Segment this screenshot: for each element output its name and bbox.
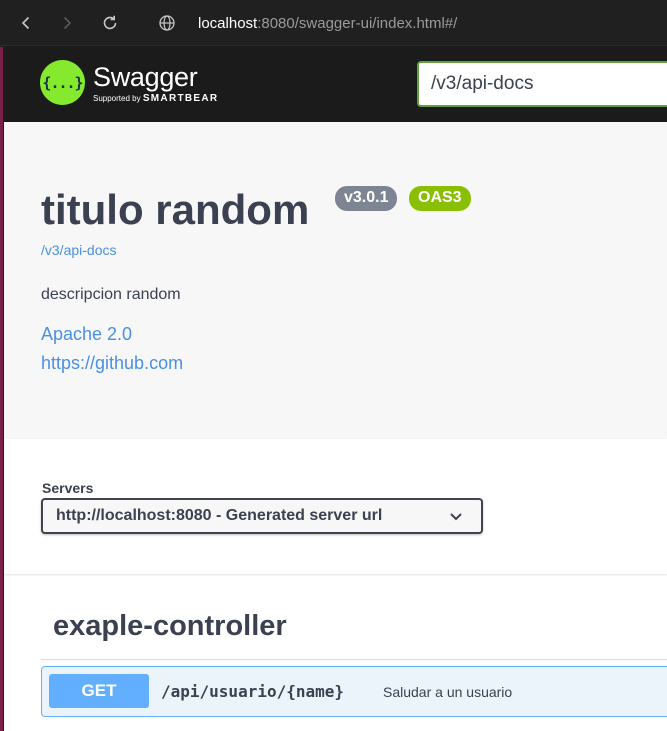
- api-description: descripcion random: [41, 286, 181, 303]
- external-docs-link[interactable]: https://github.com: [41, 353, 183, 374]
- reload-icon[interactable]: [97, 10, 123, 36]
- oas-badge: OAS3: [409, 186, 471, 211]
- logo-supported: Supported by: [93, 93, 141, 103]
- servers-selected-value: http://localhost:8080 - Generated server…: [56, 507, 383, 524]
- tag-divider: [41, 659, 667, 660]
- url-path: :8080/swagger-ui/index.html#/: [257, 14, 458, 32]
- version-badge: v3.0.1: [335, 186, 398, 211]
- logo-name: Swagger: [93, 61, 198, 92]
- operation-path: /api/usuario/{name}: [161, 682, 345, 701]
- logo-glyph: {...}: [42, 73, 83, 92]
- swagger-main: titulo random v3.0.1 OAS3 /v3/api-docs d…: [4, 122, 667, 731]
- spec-url-link[interactable]: /v3/api-docs: [41, 242, 116, 258]
- api-title: titulo random: [41, 186, 310, 233]
- swagger-topbar: {...} Swagger Supported by SMARTBEAR /v3…: [4, 47, 667, 122]
- license-link[interactable]: Apache 2.0: [41, 324, 132, 345]
- url-host: localhost: [198, 14, 258, 32]
- logo-brand: SMARTBEAR: [142, 92, 219, 104]
- spec-url-input[interactable]: /v3/api-docs: [417, 61, 667, 107]
- address-bar[interactable]: localhost:8080/swagger-ui/index.html#/: [150, 6, 667, 40]
- swagger-logo[interactable]: {...} Swagger Supported by SMARTBEAR: [40, 60, 218, 105]
- window-edge: [0, 47, 3, 731]
- swagger-logo-icon: {...}: [40, 60, 85, 105]
- forward-icon[interactable]: [54, 10, 80, 36]
- info-section: titulo random v3.0.1 OAS3 /v3/api-docs d…: [4, 122, 667, 439]
- address-text: localhost:8080/swagger-ui/index.html#/: [198, 15, 457, 32]
- tag-header[interactable]: exaple-controller: [53, 610, 287, 643]
- method-badge: GET: [49, 674, 149, 708]
- servers-select[interactable]: http://localhost:8080 - Generated server…: [41, 498, 483, 534]
- logo-subtitle: Supported by SMARTBEAR: [93, 92, 219, 104]
- browser-toolbar: localhost:8080/swagger-ui/index.html#/: [0, 0, 667, 46]
- operation-summary: Saludar a un usuario: [383, 684, 513, 700]
- operation-get[interactable]: GET /api/usuario/{name} Saludar a un usu…: [41, 666, 667, 717]
- back-icon[interactable]: [13, 10, 39, 36]
- servers-label: Servers: [42, 480, 94, 496]
- chevron-down-icon: [450, 513, 462, 521]
- servers-section: Servers http://localhost:8080 - Generate…: [4, 439, 667, 574]
- globe-icon: [159, 15, 175, 31]
